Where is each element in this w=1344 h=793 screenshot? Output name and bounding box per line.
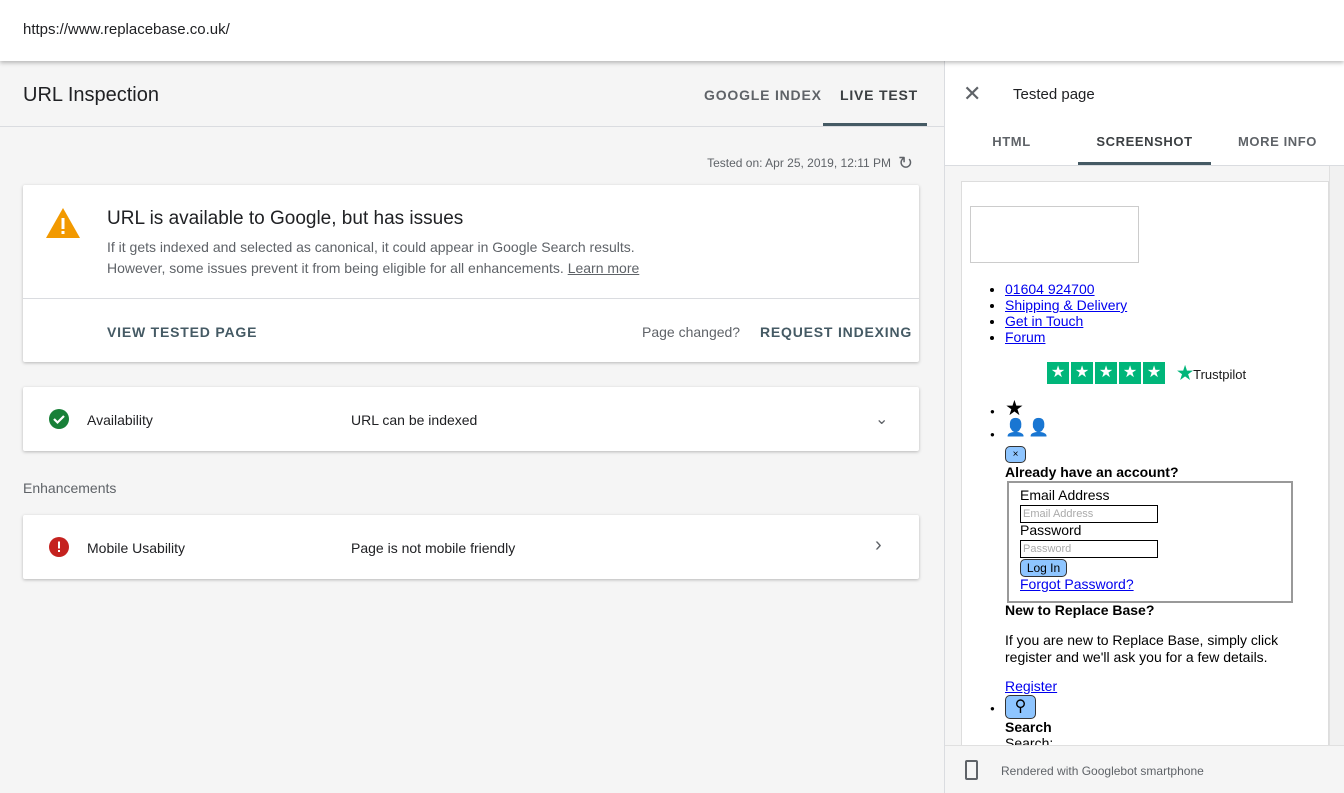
close-button[interactable]: × — [1005, 446, 1026, 463]
trustpilot-star-icon: ★ — [1177, 362, 1194, 383]
mobile-usability-row[interactable]: Mobile Usability Page is not mobile frie… — [23, 515, 919, 579]
chevron-right-icon[interactable]: › — [875, 534, 882, 557]
account-heading: Already have an account? — [1005, 464, 1179, 480]
address-bar: https://www.replacebase.co.uk/ — [0, 0, 1344, 61]
search-label: Search: — [1005, 735, 1054, 745]
request-indexing-button[interactable]: REQUEST INDEXING — [760, 324, 912, 340]
password-field[interactable]: Password — [1020, 540, 1158, 558]
smartphone-icon — [965, 760, 978, 780]
tab-html[interactable]: HTML — [945, 134, 1078, 149]
status-line-2: However, some issues prevent it from bei… — [107, 260, 564, 276]
star-icon: ★ — [1095, 362, 1117, 384]
view-tested-page-button[interactable]: VIEW TESTED PAGE — [107, 324, 257, 340]
tab-google-index[interactable]: GOOGLE INDEX — [704, 87, 822, 103]
register-link[interactable]: Register — [1005, 678, 1057, 694]
star-icon: ★ — [1143, 362, 1165, 384]
trustpilot-widget: ★ ★ ★ ★ ★ ★Trustpilot — [1047, 362, 1246, 384]
phone-link[interactable]: 01604 924700 — [1005, 281, 1095, 297]
password-label: Password — [1020, 522, 1082, 538]
check-circle-icon — [49, 409, 69, 429]
logo-placeholder — [970, 206, 1139, 263]
forgot-password-link[interactable]: Forgot Password? — [1020, 576, 1134, 592]
divider — [23, 298, 919, 299]
chevron-down-icon[interactable]: ⌄ — [875, 409, 888, 429]
new-customer-heading: New to Replace Base? — [1005, 602, 1155, 618]
status-card: URL is available to Google, but has issu… — [23, 185, 919, 362]
screenshot-viewport: 01604 924700 Shipping & Delivery Get in … — [945, 166, 1329, 745]
star-icon: ★ — [1119, 362, 1141, 384]
tab-more-info[interactable]: MORE INFO — [1211, 134, 1344, 149]
panel-title: Tested page — [1013, 86, 1095, 103]
search-icon[interactable]: ⚲ — [1005, 695, 1036, 719]
email-field[interactable]: Email Address — [1020, 505, 1158, 523]
close-icon[interactable]: ✕ — [963, 81, 981, 107]
panel-footer: Rendered with Googlebot smartphone — [945, 745, 1344, 793]
tab-live-test[interactable]: LIVE TEST — [840, 87, 918, 103]
contact-link[interactable]: Get in Touch — [1005, 313, 1083, 329]
forum-link[interactable]: Forum — [1005, 329, 1045, 345]
users-icon[interactable]: 👤👤 — [1005, 418, 1051, 438]
search-heading: Search — [1005, 719, 1052, 735]
email-label: Email Address — [1020, 487, 1110, 503]
status-line-1: If it gets indexed and selected as canon… — [107, 239, 635, 255]
login-button[interactable]: Log In — [1020, 559, 1067, 577]
warning-icon — [46, 208, 80, 238]
star-icon: ★ — [1071, 362, 1093, 384]
tab-screenshot[interactable]: SCREENSHOT — [1078, 134, 1211, 149]
url-input[interactable]: https://www.replacebase.co.uk/ — [23, 21, 230, 38]
star-icon: ★ — [1047, 362, 1069, 384]
tested-on: Tested on: Apr 25, 2019, 12:11 PM — [707, 156, 891, 170]
header-links: 01604 924700 Shipping & Delivery Get in … — [1005, 281, 1127, 345]
scrollbar[interactable] — [1329, 166, 1344, 745]
page-changed-label: Page changed? — [642, 324, 741, 340]
tested-page-panel: ✕ Tested page HTML SCREENSHOT MORE INFO … — [944, 61, 1344, 793]
page-title: URL Inspection — [23, 84, 159, 106]
mobile-usability-label: Mobile Usability — [87, 540, 186, 556]
render-info: Rendered with Googlebot smartphone — [1001, 764, 1204, 778]
login-form: Email Address Email Address Password Pas… — [1007, 481, 1293, 603]
trustpilot-label: Trustpilot — [1193, 366, 1247, 382]
new-customer-text: If you are new to Replace Base, simply c… — [1005, 632, 1279, 665]
active-tab-indicator — [823, 123, 927, 126]
enhancements-heading: Enhancements — [23, 480, 117, 496]
availability-row[interactable]: Availability URL can be indexed ⌄ — [23, 387, 919, 451]
availability-value: URL can be indexed — [351, 412, 478, 428]
availability-label: Availability — [87, 412, 153, 428]
page-header: URL Inspection GOOGLE INDEX LIVE TEST — [0, 61, 944, 127]
page-screenshot: 01604 924700 Shipping & Delivery Get in … — [961, 181, 1329, 745]
error-icon — [49, 537, 69, 557]
status-title: URL is available to Google, but has issu… — [107, 208, 464, 229]
mobile-usability-value: Page is not mobile friendly — [351, 540, 516, 556]
shipping-link[interactable]: Shipping & Delivery — [1005, 297, 1127, 313]
main-panel: URL Inspection GOOGLE INDEX LIVE TEST Te… — [0, 61, 944, 793]
learn-more-link[interactable]: Learn more — [568, 260, 640, 276]
status-description: If it gets indexed and selected as canon… — [107, 237, 639, 279]
refresh-icon[interactable]: ↻ — [898, 153, 913, 174]
